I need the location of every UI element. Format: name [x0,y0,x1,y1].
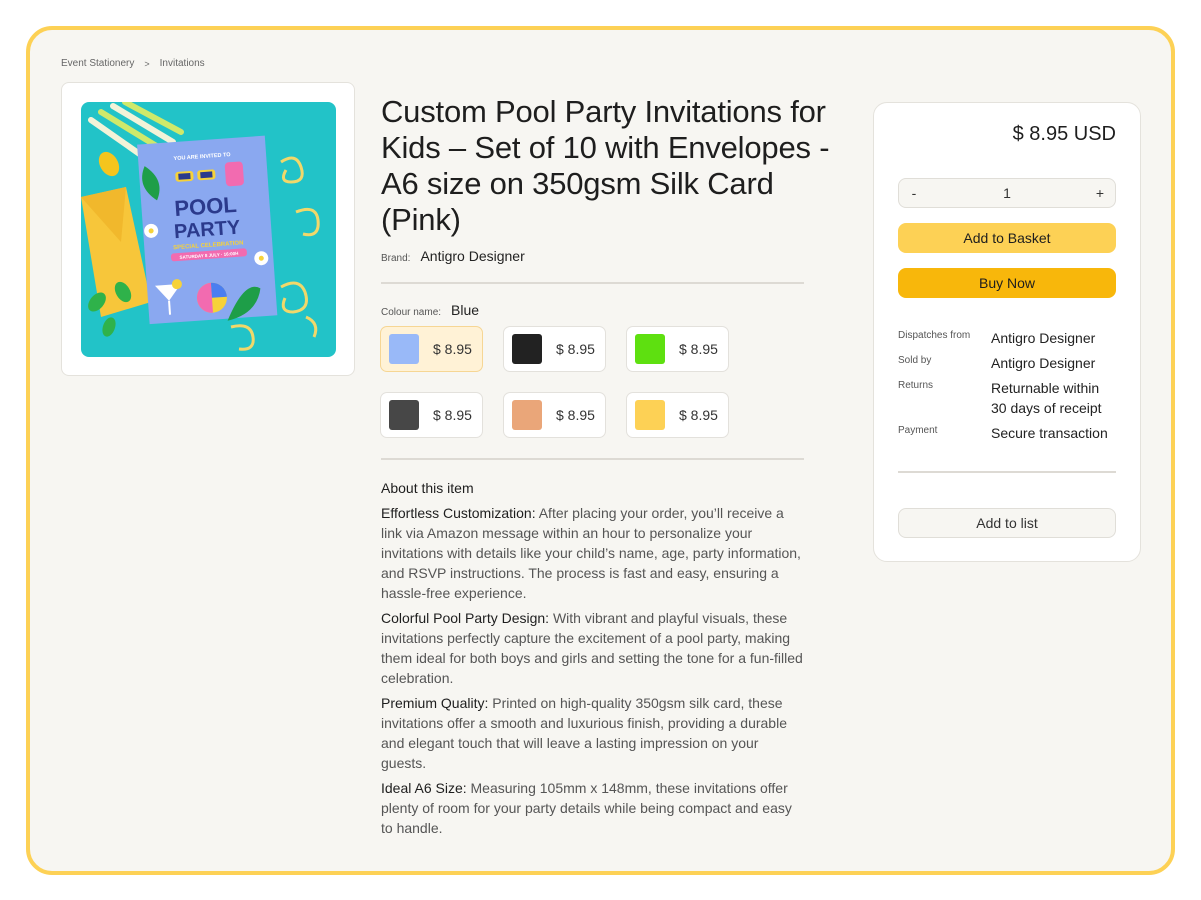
quantity-value[interactable]: 1 [1003,185,1011,201]
info-label: Dispatches from [898,330,971,341]
colour-value: Blue [451,302,480,318]
buy-box: $ 8.95 USD - 1 + Add to Basket Buy Now D… [873,102,1141,562]
swatch-price: $ 8.95 [556,407,595,423]
brand-row: Brand: Antigro Designer [381,248,525,264]
info-label: Sold by [898,355,932,366]
colour-swatch-peach[interactable]: $ 8.95 [503,392,606,438]
seller-info: Dispatches from Antigro Designer Sold by… [898,328,1118,448]
quantity-increment-button[interactable]: + [1094,185,1106,201]
about-section: About this item Effortless Customization… [381,478,806,843]
breadcrumb: Event Stationery > Invitations [61,58,205,69]
buy-box-divider [898,471,1116,473]
info-row-payment: Payment Secure transaction [898,423,1118,443]
breadcrumb-item-event-stationery[interactable]: Event Stationery [61,58,134,69]
about-item-lead: Colorful Pool Party Design: [381,610,550,626]
colour-chip [512,334,542,364]
svg-text:PARTY: PARTY [173,217,241,244]
swatch-price: $ 8.95 [556,341,595,357]
colour-row: Colour name: Blue [381,302,479,318]
buy-now-button[interactable]: Buy Now [898,268,1116,298]
product-image[interactable]: YOU ARE INVITED TO POOL PARTY SPECIAL CE… [81,102,336,357]
colour-swatch-grey[interactable]: $ 8.95 [380,392,483,438]
about-item-lead: Ideal A6 Size: [381,780,467,796]
brand-label: Brand: [381,253,411,264]
page-frame: Event Stationery > Invitations YOU ARE I… [26,26,1175,875]
about-item: Colorful Pool Party Design: With vibrant… [381,608,806,688]
info-row-returns: Returns Returnable within 30 days of rec… [898,378,1118,418]
colour-chip [635,400,665,430]
colour-chip [389,334,419,364]
colour-chip [635,334,665,364]
quantity-decrement-button[interactable]: - [908,185,920,201]
colour-swatch-black[interactable]: $ 8.95 [503,326,606,372]
colour-swatch-blue[interactable]: $ 8.95 [380,326,483,372]
swatch-price: $ 8.95 [679,341,718,357]
divider-middle [381,458,804,460]
info-row-dispatches: Dispatches from Antigro Designer [898,328,1118,348]
product-price: $ 8.95 USD [1012,123,1116,145]
info-value: Returnable within 30 days of receipt [991,380,1102,416]
colour-chip [512,400,542,430]
colour-chip [389,400,419,430]
product-image-card: YOU ARE INVITED TO POOL PARTY SPECIAL CE… [61,82,355,376]
info-value: Antigro Designer [991,330,1096,346]
brand-link[interactable]: Antigro Designer [420,248,524,264]
swatch-price: $ 8.95 [433,341,472,357]
colour-swatch-grid: $ 8.95 $ 8.95 $ 8.95 $ 8.95 $ 8.95 $ 8.9… [380,326,729,438]
product-title: Custom Pool Party Invitations for Kids –… [381,94,830,237]
breadcrumb-item-invitations[interactable]: Invitations [160,58,205,69]
colour-swatch-green[interactable]: $ 8.95 [626,326,729,372]
about-item: Ideal A6 Size: Measuring 105mm x 148mm, … [381,778,806,838]
info-value: Secure transaction [991,425,1108,441]
info-label: Payment [898,425,938,436]
about-item-lead: Effortless Customization: [381,505,536,521]
colour-label: Colour name: [381,307,442,318]
swatch-price: $ 8.95 [679,407,718,423]
colour-swatch-yellow[interactable]: $ 8.95 [626,392,729,438]
swatch-price: $ 8.95 [433,407,472,423]
about-item: Premium Quality: Printed on high-quality… [381,693,806,773]
info-row-sold-by: Sold by Antigro Designer [898,353,1118,373]
breadcrumb-separator: > [144,58,150,69]
about-item-lead: Premium Quality: [381,695,489,711]
about-item: Effortless Customization: After placing … [381,503,806,603]
quantity-stepper[interactable]: - 1 + [898,178,1116,208]
info-value: Antigro Designer [991,355,1096,371]
add-to-list-button[interactable]: Add to list [898,508,1116,538]
divider-top [381,282,804,284]
info-label: Returns [898,380,934,391]
about-heading: About this item [381,480,474,496]
add-to-basket-button[interactable]: Add to Basket [898,223,1116,253]
